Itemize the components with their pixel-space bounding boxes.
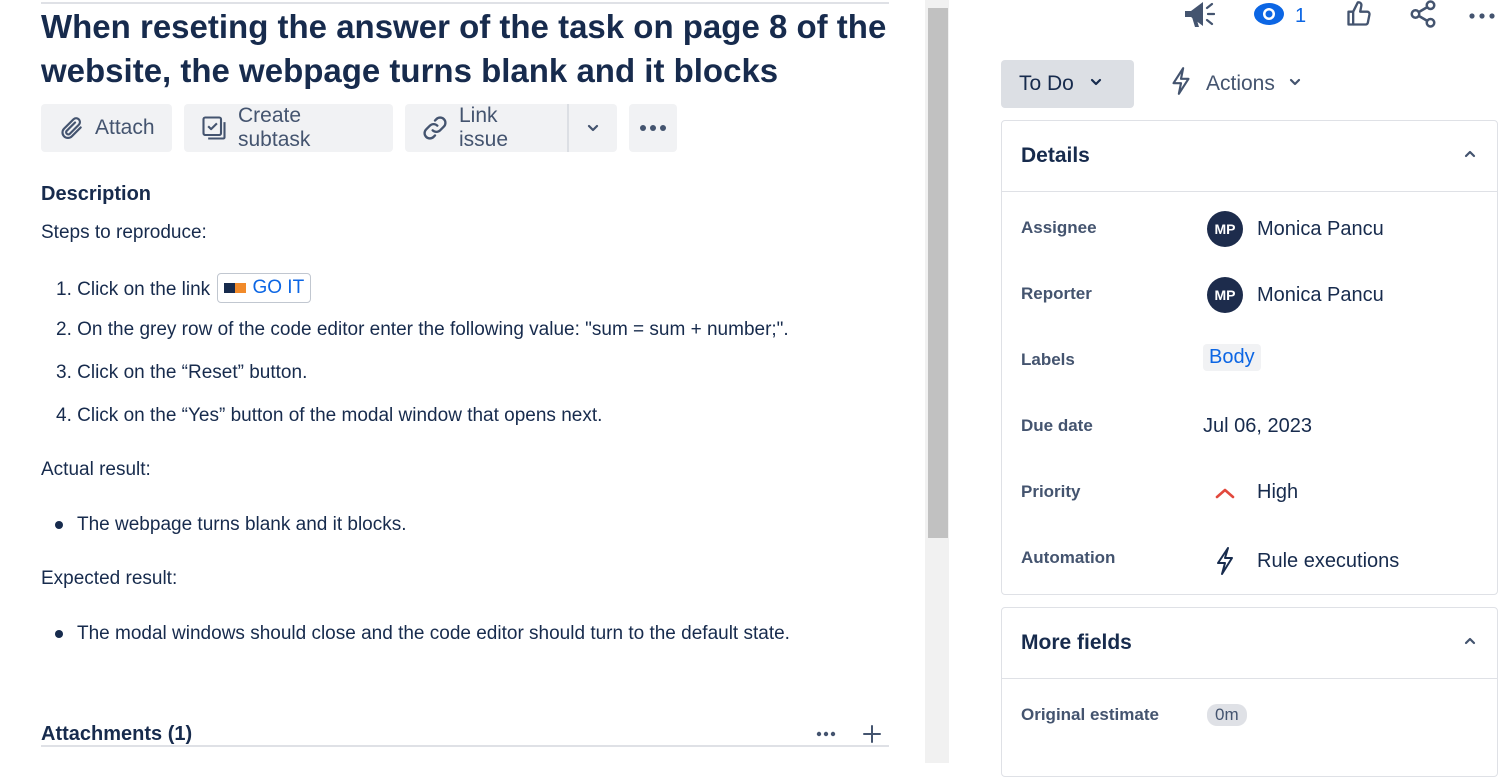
more-options-button[interactable]	[1468, 0, 1496, 32]
share-button[interactable]	[1408, 0, 1438, 32]
step-text: 1. Click on the link	[56, 279, 211, 300]
assignee-label: Assignee	[1021, 218, 1097, 237]
issue-main-panel: When reseting the answer of the task on …	[0, 0, 925, 763]
assignee-value: Monica Pancu	[1257, 217, 1384, 240]
bullet-icon	[55, 630, 63, 638]
automation-label: Automation	[1021, 548, 1116, 567]
priority-value: High	[1257, 481, 1299, 503]
link-issue-dropdown-button[interactable]	[569, 104, 617, 152]
more-fields-panel: More fields Original estimate 0m	[1001, 607, 1498, 777]
divider	[41, 745, 889, 747]
share-icon	[1408, 0, 1438, 34]
reporter-field[interactable]: MP Monica Pancu	[1207, 277, 1384, 313]
more-fields-heading: More fields	[1021, 631, 1132, 654]
subtask-icon	[200, 114, 228, 142]
avatar: MP	[1207, 277, 1243, 313]
chevron-down-icon	[1088, 72, 1104, 96]
more-icon	[816, 731, 836, 737]
original-estimate-field[interactable]: 0m	[1207, 704, 1247, 726]
labels-label: Labels	[1021, 350, 1075, 369]
list-item: 3. Click on the “Reset” button.	[56, 362, 308, 383]
description-heading: Description	[41, 183, 152, 205]
details-panel-header[interactable]: Details	[1002, 121, 1497, 192]
list-item: The modal windows should close and the c…	[77, 623, 790, 644]
status-dropdown[interactable]: To Do	[1001, 60, 1134, 108]
more-icon	[1468, 7, 1496, 25]
list-item: 4. Click on the “Yes” button of the moda…	[56, 405, 603, 426]
watch-button[interactable]: 1	[1253, 0, 1306, 32]
automation-value: Rule executions	[1257, 549, 1400, 572]
bullet-icon	[55, 521, 63, 529]
due-date-value: Jul 06, 2023	[1203, 415, 1312, 437]
labels-field[interactable]: Body	[1203, 344, 1261, 371]
feedback-button[interactable]	[1181, 0, 1216, 34]
link-issue-label: Link issue	[459, 104, 509, 151]
details-panel: Details Assignee MP Monica Pancu Reporte…	[1001, 120, 1498, 595]
chevron-down-icon	[1287, 72, 1303, 96]
vote-button[interactable]	[1345, 0, 1373, 32]
label-tag[interactable]: Body	[1203, 344, 1261, 371]
lightning-icon	[1207, 545, 1243, 577]
priority-high-icon	[1207, 487, 1243, 499]
site-favicon-icon	[224, 283, 247, 293]
list-item: 1. Click on the link GO IT	[56, 273, 312, 305]
create-subtask-label: Create subtask	[238, 104, 311, 151]
divider	[41, 2, 889, 4]
reporter-label: Reporter	[1021, 284, 1092, 303]
actions-label: Actions	[1206, 72, 1275, 95]
reporter-value: Monica Pancu	[1257, 283, 1384, 306]
attachments-more-button[interactable]	[812, 720, 840, 748]
paperclip-icon	[59, 115, 85, 141]
attachments-heading: Attachments (1)	[41, 723, 193, 745]
smart-link[interactable]: GO IT	[217, 273, 312, 303]
attach-label: Attach	[95, 116, 155, 139]
avatar: MP	[1207, 211, 1243, 247]
due-date-field[interactable]: Jul 06, 2023	[1203, 415, 1312, 438]
issue-title[interactable]: When reseting the answer of the task on …	[41, 5, 901, 93]
attach-button[interactable]: Attach	[41, 104, 172, 152]
priority-field[interactable]: High	[1207, 481, 1298, 504]
status-label: To Do	[1019, 72, 1074, 95]
add-attachment-button[interactable]	[858, 720, 886, 748]
create-subtask-button[interactable]: Create subtask	[184, 104, 393, 152]
link-icon	[421, 114, 449, 142]
assignee-field[interactable]: MP Monica Pancu	[1207, 211, 1384, 247]
steps-intro: Steps to reproduce:	[41, 222, 207, 243]
lightning-icon	[1168, 66, 1194, 102]
chevron-down-icon	[585, 120, 601, 136]
chevron-up-icon	[1462, 633, 1478, 654]
more-icon	[639, 124, 667, 132]
thumbs-up-icon	[1345, 0, 1373, 33]
list-item: 2. On the grey row of the code editor en…	[56, 319, 789, 340]
chevron-up-icon	[1462, 146, 1478, 167]
original-estimate-label: Original estimate	[1021, 705, 1159, 724]
due-date-label: Due date	[1021, 416, 1093, 435]
estimate-badge: 0m	[1207, 704, 1247, 726]
actual-result-heading: Actual result:	[41, 459, 151, 480]
watch-count: 1	[1295, 4, 1307, 27]
scrollbar-thumb[interactable]	[928, 8, 948, 538]
details-heading: Details	[1021, 144, 1090, 167]
expected-result-heading: Expected result:	[41, 568, 178, 589]
priority-label: Priority	[1021, 482, 1081, 501]
plus-icon	[863, 725, 881, 743]
list-item: The webpage turns blank and it blocks.	[77, 514, 407, 535]
automation-field[interactable]: Rule executions	[1207, 545, 1399, 577]
smart-link-text: GO IT	[252, 277, 305, 298]
link-issue-button[interactable]: Link issue	[405, 104, 567, 152]
more-fields-panel-header[interactable]: More fields	[1002, 608, 1497, 679]
actions-dropdown[interactable]: Actions	[1160, 60, 1311, 108]
more-actions-button[interactable]	[629, 104, 677, 152]
eye-icon	[1253, 2, 1285, 31]
megaphone-icon	[1181, 0, 1216, 34]
